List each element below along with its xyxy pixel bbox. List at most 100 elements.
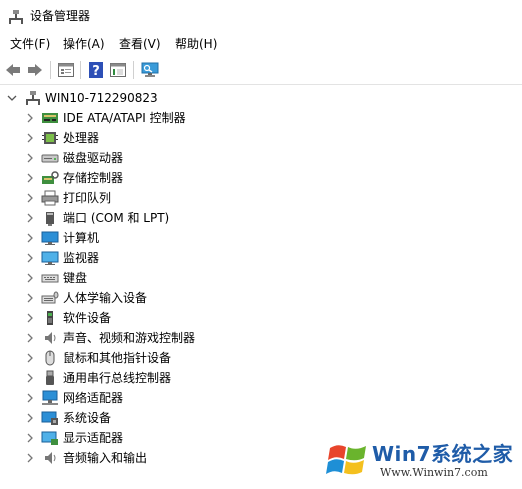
tree-item-label: 系统设备	[63, 411, 112, 425]
tree-item-label: 鼠标和其他指针设备	[63, 351, 172, 365]
expand-chevron-icon[interactable]	[24, 150, 36, 166]
hid-icon	[41, 291, 59, 304]
tree-item-label: 处理器	[63, 131, 100, 145]
expand-chevron-icon[interactable]	[24, 130, 36, 146]
expand-chevron-icon[interactable]	[24, 270, 36, 286]
system-device-icon	[41, 411, 58, 425]
tree-item-label: 网络适配器	[63, 391, 124, 405]
tree-item-row[interactable]: 人体学输入设备	[0, 288, 522, 308]
processor-icon	[42, 132, 58, 144]
forward-button[interactable]	[25, 60, 45, 80]
help-icon: ?	[89, 62, 103, 78]
display-adapter-icon	[41, 431, 58, 445]
monitor-scan-icon	[141, 62, 159, 77]
tree-item-label: 打印队列	[63, 191, 112, 205]
toolbar-separator	[50, 61, 51, 79]
menu-bar: 文件(F) 操作(A) 查看(V) 帮助(H)	[0, 33, 522, 55]
expand-chevron-icon[interactable]	[24, 290, 36, 306]
ide-controller-icon	[42, 113, 58, 123]
expand-chevron-icon[interactable]	[24, 350, 36, 366]
watermark: Win7系统之家 Www.Winwin7.com	[322, 432, 522, 489]
help-button[interactable]: ?	[86, 60, 106, 80]
port-icon	[46, 212, 54, 226]
expand-chevron-icon[interactable]	[24, 190, 36, 206]
menu-action[interactable]: 操作(A)	[61, 36, 107, 52]
tree-item-row[interactable]: 存储控制器	[0, 168, 522, 188]
tree-item-label: 音频输入和输出	[63, 451, 148, 465]
tree-item-label: 存储控制器	[63, 171, 124, 185]
tree-item-label: 磁盘驱动器	[63, 151, 124, 165]
device-manager-icon	[9, 10, 23, 24]
menu-file[interactable]: 文件(F)	[8, 36, 52, 52]
properties-icon	[58, 63, 74, 77]
menu-help[interactable]: 帮助(H)	[173, 36, 219, 52]
computer-network-icon	[26, 91, 40, 105]
storage-controller-icon	[42, 171, 59, 184]
tree-item-row[interactable]: 监视器	[0, 248, 522, 268]
tree-item-row[interactable]: 软件设备	[0, 308, 522, 328]
tree-item-label: 键盘	[63, 271, 88, 285]
tree-item-row[interactable]: 网络适配器	[0, 388, 522, 408]
tree-item-row[interactable]: 声音、视频和游戏控制器	[0, 328, 522, 348]
expand-chevron-icon[interactable]	[24, 250, 36, 266]
collapse-chevron-icon[interactable]	[6, 90, 18, 106]
watermark-url: Www.Winwin7.com	[380, 466, 488, 479]
expand-chevron-icon[interactable]	[24, 110, 36, 126]
title-bar: 设备管理器	[0, 0, 522, 32]
show-hidden-icon	[110, 63, 126, 77]
computer-icon	[41, 231, 59, 245]
toolbar-separator	[133, 61, 134, 79]
svg-text:?: ?	[92, 64, 100, 78]
tree-item-row[interactable]: IDE ATA/ATAPI 控制器	[0, 108, 522, 128]
monitor-icon	[41, 251, 59, 265]
expand-chevron-icon[interactable]	[24, 210, 36, 226]
tree-root-label: WIN10-712290823	[45, 91, 158, 105]
expand-chevron-icon[interactable]	[24, 430, 36, 446]
tree-item-row[interactable]: 端口 (COM 和 LPT)	[0, 208, 522, 228]
expand-chevron-icon[interactable]	[24, 410, 36, 426]
tree-item-label: 通用串行总线控制器	[63, 371, 172, 385]
expand-chevron-icon[interactable]	[24, 310, 36, 326]
usb-icon	[46, 370, 54, 385]
back-button[interactable]	[3, 60, 23, 80]
forward-arrow-icon	[28, 64, 42, 76]
show-hidden-button[interactable]	[108, 60, 128, 80]
tree-item-row[interactable]: 鼠标和其他指针设备	[0, 348, 522, 368]
tree-item-row[interactable]: 打印队列	[0, 188, 522, 208]
tree-item-label: 软件设备	[63, 311, 112, 325]
device-tree: WIN10-712290823 IDE ATA/ATAPI 控制器处理器磁盘驱动…	[0, 86, 522, 489]
tree-item-label: 人体学输入设备	[63, 291, 148, 305]
expand-chevron-icon[interactable]	[24, 330, 36, 346]
expand-chevron-icon[interactable]	[24, 230, 36, 246]
menu-view[interactable]: 查看(V)	[117, 36, 163, 52]
expand-chevron-icon[interactable]	[24, 390, 36, 406]
tree-item-row[interactable]: 键盘	[0, 268, 522, 288]
tree-item-row[interactable]: 计算机	[0, 228, 522, 248]
toolbar-separator	[80, 61, 81, 79]
windows-logo-icon	[326, 445, 366, 475]
tree-item-row[interactable]: 处理器	[0, 128, 522, 148]
expand-chevron-icon[interactable]	[24, 370, 36, 386]
audio-io-icon	[45, 452, 56, 464]
tree-item-label: 端口 (COM 和 LPT)	[63, 211, 170, 225]
scan-hardware-button[interactable]	[140, 60, 160, 80]
tree-item-label: 监视器	[63, 251, 100, 265]
tree-item-label: 声音、视频和游戏控制器	[63, 331, 196, 345]
speaker-icon	[45, 332, 56, 344]
expand-chevron-icon[interactable]	[24, 170, 36, 186]
tree-item-row[interactable]: 系统设备	[0, 408, 522, 428]
properties-button[interactable]	[56, 60, 76, 80]
tree-item-row[interactable]: 磁盘驱动器	[0, 148, 522, 168]
printer-icon	[41, 190, 59, 206]
tree-item-row[interactable]: 通用串行总线控制器	[0, 368, 522, 388]
window-title: 设备管理器	[30, 9, 91, 23]
mouse-icon	[45, 350, 55, 366]
tree-root-row[interactable]: WIN10-712290823	[0, 88, 522, 108]
network-adapter-icon	[42, 390, 58, 405]
expand-chevron-icon[interactable]	[24, 450, 36, 466]
tree-item-label: 计算机	[63, 231, 100, 245]
tree-item-label: 显示适配器	[63, 431, 124, 445]
back-arrow-icon	[6, 64, 20, 76]
disk-drive-icon	[41, 154, 59, 163]
software-device-icon	[47, 311, 53, 325]
